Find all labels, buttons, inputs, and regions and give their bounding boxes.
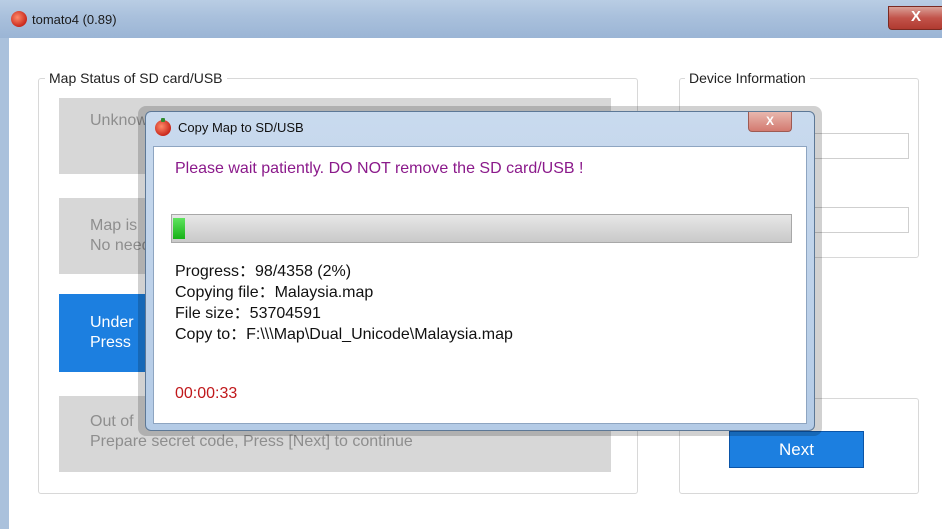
elapsed-timer: 00:00:33 — [175, 385, 238, 402]
map-status-title: Map Status of SD card/USB — [45, 70, 227, 86]
tomato-dialog-icon — [155, 118, 171, 136]
device-info-title: Device Information — [685, 70, 810, 86]
copy-to-text: Copy to：F:\\\Map\Dual_Unicode\Malaysia.m… — [175, 326, 513, 343]
window-left-border — [0, 38, 9, 529]
dialog-title: Copy Map to SD/USB — [178, 120, 304, 135]
tomato-app-icon — [11, 11, 27, 27]
wait-message: Please wait patiently. DO NOT remove the… — [175, 160, 584, 177]
next-button[interactable]: Next — [729, 431, 864, 468]
copy-map-dialog: Copy Map to SD/USB X Please wait patient… — [145, 111, 815, 431]
copy-progress-bar — [171, 214, 792, 243]
window-close-button[interactable]: X — [888, 6, 942, 30]
dialog-close-button[interactable]: X — [748, 112, 792, 132]
window-titlebar: tomato4 (0.89) X — [0, 0, 942, 38]
copy-progress-fill — [173, 218, 185, 239]
window-title: tomato4 (0.89) — [32, 12, 117, 27]
dialog-body: Please wait patiently. DO NOT remove the… — [153, 146, 807, 424]
